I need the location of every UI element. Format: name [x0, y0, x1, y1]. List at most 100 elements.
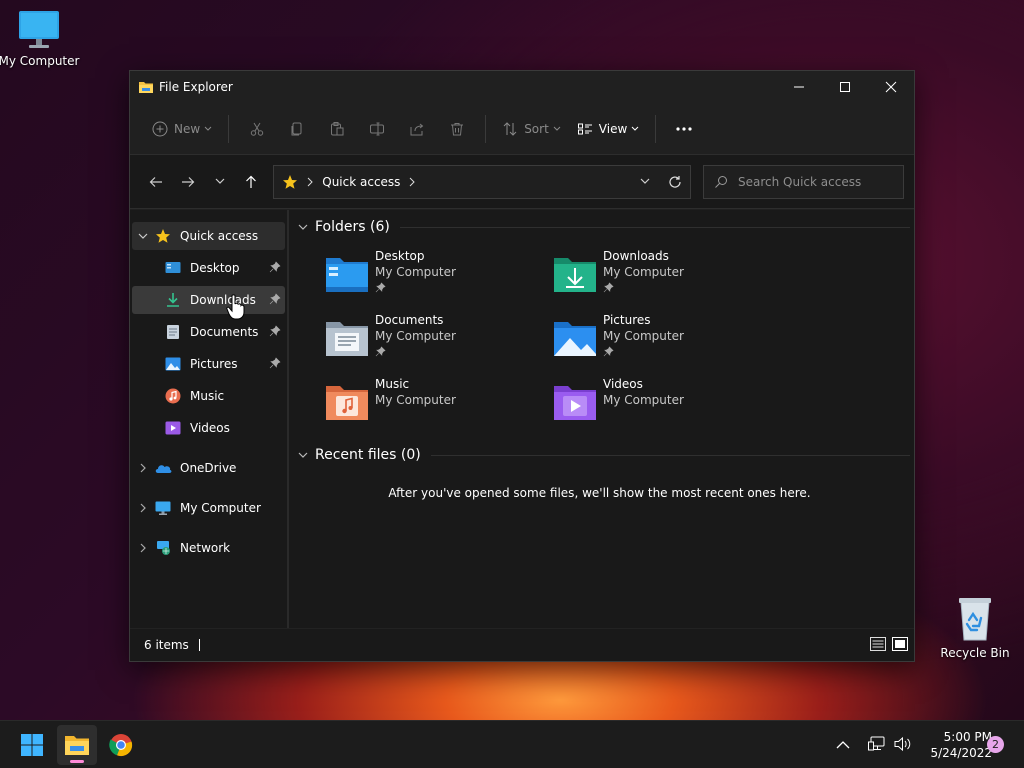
sidebar-item-downloads[interactable]: Downloads	[132, 286, 285, 314]
documents-folder-icon	[326, 322, 368, 356]
plus-circle-icon	[152, 121, 168, 136]
chrome-icon	[109, 734, 133, 757]
view-button[interactable]: View	[569, 113, 647, 145]
details-view-icon	[870, 637, 886, 651]
sidebar-item-videos[interactable]: Videos	[132, 414, 285, 442]
file-explorer-icon	[65, 736, 89, 755]
new-button-label: New	[174, 121, 201, 136]
taskbar-chrome[interactable]	[101, 725, 141, 765]
status-bar: 6 items	[130, 628, 914, 661]
desktop-icon-label: Recycle Bin	[940, 646, 1010, 660]
new-button[interactable]: New	[144, 113, 220, 145]
start-button[interactable]	[12, 725, 52, 765]
sidebar-item-documents[interactable]: Documents	[132, 318, 285, 346]
folder-tile-music[interactable]: Music My Computer	[325, 376, 553, 432]
minimize-button[interactable]	[776, 71, 822, 103]
pin-icon	[375, 282, 386, 293]
folder-location: My Computer	[375, 265, 456, 279]
network-status-button[interactable]	[868, 736, 886, 755]
chevron-right-icon[interactable]	[132, 543, 154, 553]
chevron-right-icon[interactable]	[132, 503, 154, 513]
desktop-icon-recycle-bin[interactable]: Recycle Bin	[933, 596, 1017, 660]
show-hidden-icons-button[interactable]	[836, 738, 850, 752]
pin-icon[interactable]	[269, 325, 281, 340]
sidebar-item-my-computer[interactable]: My Computer	[132, 494, 285, 522]
folder-name: Downloads	[603, 249, 669, 263]
pin-icon	[375, 346, 386, 357]
sidebar-item-label: Desktop	[190, 261, 240, 275]
desktop-folder-icon	[326, 258, 368, 292]
desktop-icon-my-computer[interactable]: My Computer	[0, 10, 81, 68]
volume-button[interactable]	[894, 736, 912, 755]
address-history-chevron-icon[interactable]	[640, 178, 650, 185]
more-options-button[interactable]	[664, 113, 704, 145]
folders-section-header[interactable]: Folders (6)	[295, 214, 914, 240]
notification-badge[interactable]: 2	[987, 736, 1004, 753]
forward-button[interactable]	[172, 166, 204, 198]
chevron-up-icon	[836, 741, 850, 749]
large-icons-view-button[interactable]	[892, 637, 908, 654]
pin-icon[interactable]	[269, 293, 281, 308]
chevron-right-icon	[410, 177, 416, 186]
share-button[interactable]	[397, 113, 437, 145]
rename-button[interactable]	[357, 113, 397, 145]
title-bar[interactable]: File Explorer	[130, 71, 914, 103]
window-title: File Explorer	[159, 80, 233, 94]
folder-name: Documents	[375, 313, 444, 327]
folder-location: My Computer	[603, 329, 684, 343]
network-icon	[154, 540, 172, 556]
search-box[interactable]	[702, 164, 904, 199]
sidebar-item-label: Music	[190, 389, 225, 403]
delete-button[interactable]	[437, 113, 477, 145]
view-button-label: View	[598, 121, 628, 136]
folder-location: My Computer	[603, 265, 684, 279]
sidebar-item-desktop[interactable]: Desktop	[132, 254, 285, 282]
folder-tile-pictures[interactable]: Pictures My Computer	[553, 312, 781, 368]
recent-locations-button[interactable]	[204, 166, 236, 198]
refresh-icon[interactable]	[668, 175, 682, 189]
breadcrumb-quick-access[interactable]: Quick access	[322, 175, 400, 189]
maximize-button[interactable]	[822, 71, 868, 103]
sidebar-item-quick-access[interactable]: Quick access	[132, 222, 285, 250]
folder-tile-desktop[interactable]: Desktop My Computer	[325, 248, 553, 304]
pin-icon[interactable]	[269, 261, 281, 276]
chevron-down-icon[interactable]	[295, 452, 311, 459]
sort-button[interactable]: Sort	[494, 113, 569, 145]
folder-tile-videos[interactable]: Videos My Computer	[553, 376, 781, 432]
close-button[interactable]	[868, 71, 914, 103]
downloads-folder-icon	[554, 258, 596, 292]
taskbar-file-explorer[interactable]	[57, 725, 97, 765]
recent-section-header[interactable]: Recent files (0)	[295, 442, 914, 468]
monitor-icon	[154, 500, 172, 516]
monitor-icon	[19, 11, 59, 48]
chevron-right-icon[interactable]	[132, 463, 154, 473]
divider	[485, 114, 487, 143]
navigation-bar: Quick access	[130, 155, 914, 209]
clock-time: 5:00 PM	[943, 730, 992, 744]
search-input[interactable]	[737, 174, 888, 189]
up-button[interactable]	[235, 166, 267, 198]
folder-tile-documents[interactable]: Documents My Computer	[325, 312, 553, 368]
sidebar-item-music[interactable]: Music	[132, 382, 285, 410]
chevron-down-icon[interactable]	[132, 233, 154, 240]
cut-button[interactable]	[237, 113, 277, 145]
folder-tile-downloads[interactable]: Downloads My Computer	[553, 248, 781, 304]
details-view-button[interactable]	[870, 637, 886, 654]
recycle-bin-icon	[959, 598, 991, 641]
taskbar-clock[interactable]: 5:00 PM 5/24/2022	[912, 729, 992, 761]
paste-button[interactable]	[317, 113, 357, 145]
chevron-right-icon	[307, 177, 313, 186]
copy-button[interactable]	[277, 113, 317, 145]
pin-icon[interactable]	[269, 357, 281, 372]
sidebar-item-network[interactable]: Network	[132, 534, 285, 562]
chevron-down-icon[interactable]	[295, 224, 311, 231]
back-button[interactable]	[140, 166, 172, 198]
sidebar-item-label: My Computer	[180, 501, 261, 515]
folder-name: Desktop	[375, 249, 425, 263]
sort-icon	[503, 121, 517, 136]
address-bar[interactable]: Quick access	[273, 164, 691, 199]
sidebar-item-onedrive[interactable]: OneDrive	[132, 454, 285, 482]
item-count: 6 items	[144, 638, 189, 652]
sidebar-item-pictures[interactable]: Pictures	[132, 350, 285, 378]
delete-icon	[451, 122, 464, 135]
